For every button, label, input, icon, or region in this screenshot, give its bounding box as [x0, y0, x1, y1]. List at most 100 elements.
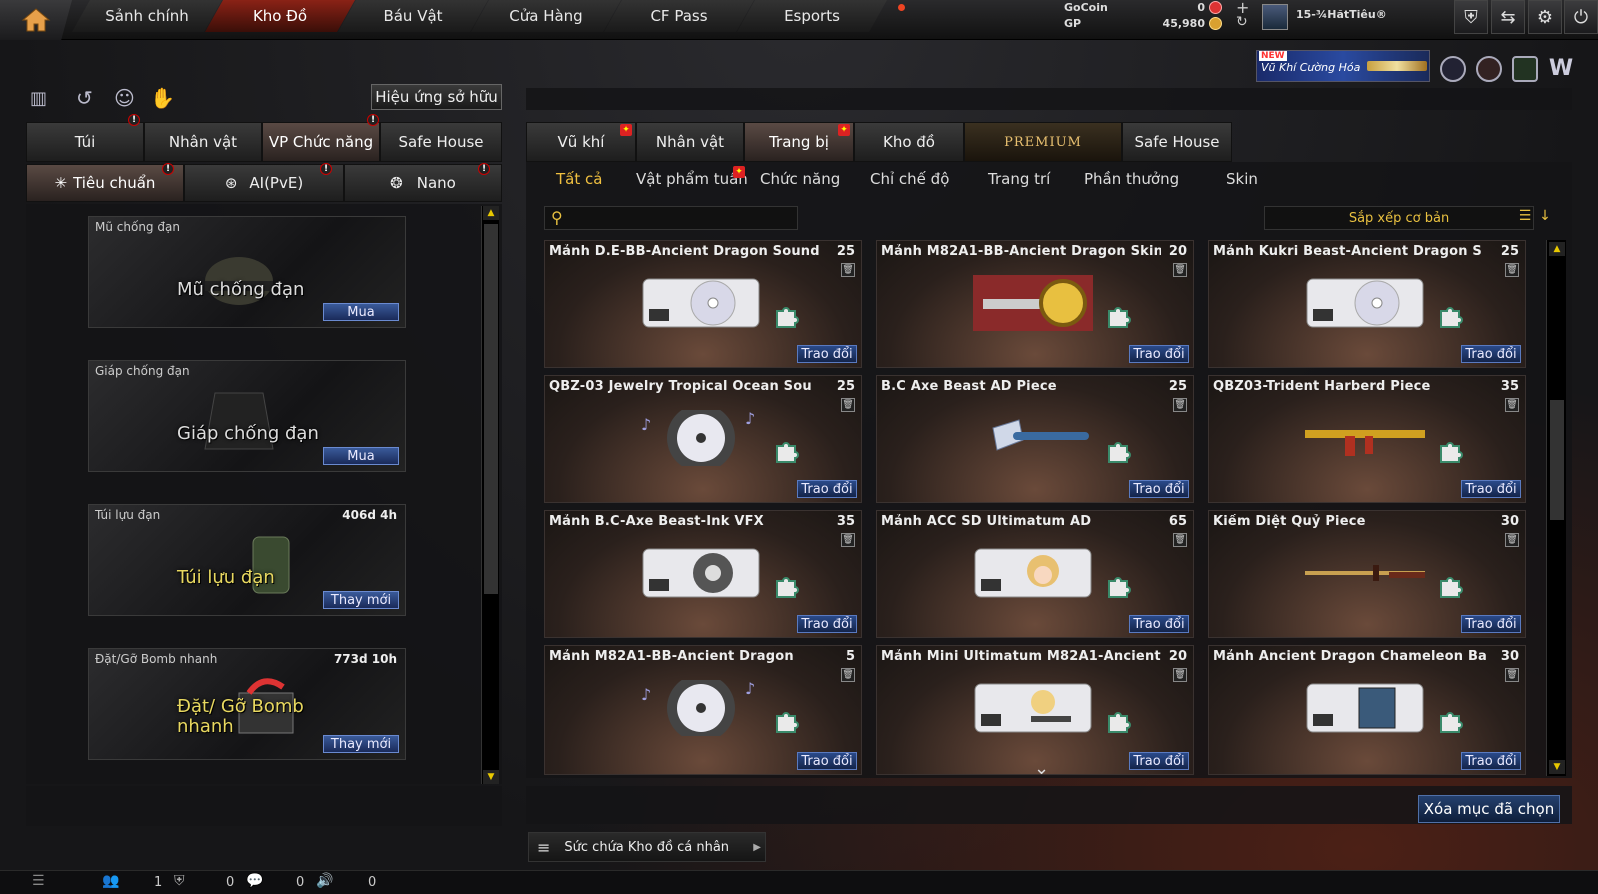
- item-card[interactable]: Đặt/Gỡ Bomb nhanh 773d 10h Đặt/ Gỡ Bomb …: [88, 648, 406, 760]
- right-tab-character[interactable]: Nhân vật: [636, 122, 744, 162]
- capacity-button[interactable]: ≡ Sức chứa Kho đồ cá nhân ▶: [528, 832, 766, 862]
- inventory-item-card[interactable]: Mảnh M82A1-BB-Ancient Dragon 5 🗑 ♪ ♪ Trao đổi: [544, 645, 862, 775]
- nav-tab-cf-pass[interactable]: CF Pass: [604, 0, 754, 32]
- inventory-item-card[interactable]: B.C Axe Beast AD Piece 25 🗑 Trao đổi: [876, 375, 1194, 503]
- inventory-item-card[interactable]: Kiếm Diệt Quỷ Piece 30 🗑 Trao đổi: [1208, 510, 1526, 638]
- trash-icon[interactable]: 🗑: [1505, 668, 1519, 682]
- trade-button[interactable]: Trao đổi: [1461, 615, 1521, 633]
- item-card[interactable]: Giáp chống đạn Giáp chống đạn Mua: [88, 360, 406, 472]
- exit-icon[interactable]: ⇆: [1491, 0, 1525, 34]
- subtab-rewards[interactable]: Phần thưởng: [1084, 170, 1179, 188]
- trash-icon[interactable]: 🗑: [1173, 263, 1187, 277]
- inventory-item-card[interactable]: Mảnh M82A1-BB-Ancient Dragon Skin 20 🗑 Trao…: [876, 240, 1194, 368]
- trash-icon[interactable]: 🗑: [1505, 533, 1519, 547]
- left-tab-safe-house[interactable]: Safe House: [380, 122, 502, 162]
- right-tab-premium[interactable]: PREMIUM: [964, 122, 1122, 162]
- trash-icon[interactable]: 🗑: [841, 263, 855, 277]
- subtab-mode-only[interactable]: Chỉ chế độ: [870, 170, 949, 188]
- event-icon-2[interactable]: [1476, 56, 1502, 82]
- inventory-item-card[interactable]: Mảnh ACC SD Ultimatum AD 65 🗑 Trao đổi: [876, 510, 1194, 638]
- left-tab-function-items[interactable]: VP Chức năng: [262, 122, 380, 162]
- item-card[interactable]: Mũ chống đạn Mũ chống đạn Mua: [88, 216, 406, 328]
- scroll-down-icon[interactable]: ▼: [1549, 760, 1565, 774]
- inventory-item-card[interactable]: Mảnh D.E-BB-Ancient Dragon Sound 25 🗑 Trao …: [544, 240, 862, 368]
- right-scrollbar[interactable]: ▲ ▼: [1546, 240, 1566, 776]
- right-tab-inventory[interactable]: Kho đồ: [854, 122, 964, 162]
- trade-button[interactable]: Trao đổi: [1129, 480, 1189, 498]
- left-subtab-standard[interactable]: ✳ Tiêu chuẩn: [26, 164, 184, 202]
- chat-icon[interactable]: 💬: [246, 873, 263, 889]
- nav-tab-treasure[interactable]: Báu Vật: [338, 0, 488, 32]
- power-icon[interactable]: ⏻: [1564, 0, 1598, 34]
- trade-button[interactable]: Trao đổi: [1461, 752, 1521, 770]
- left-scrollbar[interactable]: ▲ ▼: [481, 206, 499, 784]
- subtab-skin[interactable]: Skin: [1226, 170, 1258, 188]
- nav-tab-inventory[interactable]: Kho Đồ: [205, 0, 355, 32]
- renew-button[interactable]: Thay mới: [323, 591, 399, 609]
- trade-button[interactable]: Trao đổi: [1129, 752, 1189, 770]
- scroll-up-icon[interactable]: ▲: [483, 206, 499, 220]
- left-tab-bag[interactable]: Túi: [26, 122, 144, 162]
- event-icon-1[interactable]: [1440, 56, 1466, 82]
- refresh-icon[interactable]: ↻: [1236, 14, 1248, 30]
- nav-tab-lobby[interactable]: Sảnh chính: [72, 0, 222, 32]
- subtab-all[interactable]: Tất cả: [556, 170, 602, 188]
- trade-button[interactable]: Trao đổi: [797, 615, 857, 633]
- search-input[interactable]: [571, 209, 793, 227]
- scroll-thumb[interactable]: [484, 224, 498, 594]
- inventory-item-card[interactable]: Mảnh B.C-Axe Beast-Ink VFX 35 🗑 Trao đổi: [544, 510, 862, 638]
- trade-button[interactable]: Trao đổi: [1461, 480, 1521, 498]
- gear-icon[interactable]: ⚙: [1528, 0, 1562, 34]
- nav-tab-esports[interactable]: Esports: [737, 0, 887, 32]
- sort-dropdown[interactable]: Sắp xếp cơ bản: [1264, 206, 1534, 230]
- trash-icon[interactable]: 🗑: [1505, 398, 1519, 412]
- trash-icon[interactable]: 🗑: [841, 398, 855, 412]
- list-view-icon[interactable]: ☰: [1516, 208, 1534, 228]
- trade-button[interactable]: Trao đổi: [797, 480, 857, 498]
- trash-icon[interactable]: 🗑: [1173, 668, 1187, 682]
- trash-icon[interactable]: 🗑: [841, 533, 855, 547]
- trade-button[interactable]: Trao đổi: [1461, 345, 1521, 363]
- trade-button[interactable]: Trao đổi: [797, 752, 857, 770]
- left-tab-character[interactable]: Nhân vật: [144, 122, 262, 162]
- character-icon[interactable]: ☺: [114, 86, 138, 110]
- event-icon-4[interactable]: W: [1548, 56, 1574, 82]
- item-card[interactable]: Túi lựu đạn 406d 4h Túi lựu đạn Thay mới: [88, 504, 406, 616]
- inventory-item-card[interactable]: QBZ-03 Jewelry Tropical Ocean Sou 25 🗑 ♪ ♪ Tr…: [544, 375, 862, 503]
- trash-icon[interactable]: 🗑: [1173, 533, 1187, 547]
- inventory-item-card[interactable]: QBZ03-Trident Harberd Piece 35 🗑 Trao đổi: [1208, 375, 1526, 503]
- inventory-item-card[interactable]: Mảnh Ancient Dragon Chameleon Ba 30 🗑 Trao …: [1208, 645, 1526, 775]
- inventory-item-card[interactable]: Mảnh Kukri Beast-Ancient Dragon S 25 🗑 Trao…: [1208, 240, 1526, 368]
- subtab-function[interactable]: Chức năng: [760, 170, 840, 188]
- search-field[interactable]: ⚲: [544, 206, 798, 230]
- trade-button[interactable]: Trao đổi: [797, 345, 857, 363]
- friends-icon[interactable]: 👥: [102, 873, 119, 889]
- scroll-up-icon[interactable]: ▲: [1549, 242, 1565, 256]
- menu-icon[interactable]: ☰: [32, 873, 45, 889]
- buy-button[interactable]: Mua: [323, 303, 399, 321]
- stats-icon[interactable]: ▥: [30, 88, 52, 110]
- shield-icon[interactable]: ⛨: [1454, 0, 1488, 34]
- promo-banner[interactable]: NEW Vũ Khí Cường Hóa: [1256, 50, 1430, 82]
- clan-icon[interactable]: ⛨: [174, 873, 185, 889]
- right-tab-safe-house[interactable]: Safe House: [1122, 122, 1232, 162]
- delete-selected-button[interactable]: Xóa mục đã chọn: [1418, 795, 1560, 823]
- trash-icon[interactable]: 🗑: [841, 668, 855, 682]
- subtab-decoration[interactable]: Trang trí: [988, 170, 1050, 188]
- inventory-item-card[interactable]: Mảnh Mini Ultimatum M82A1-Ancient 20 🗑 Trao…: [876, 645, 1194, 775]
- trade-button[interactable]: Trao đổi: [1129, 345, 1189, 363]
- scroll-thumb[interactable]: [1550, 400, 1564, 520]
- owned-effects-button[interactable]: Hiệu ứng sở hữu: [371, 84, 502, 110]
- event-icon-3[interactable]: [1512, 56, 1538, 82]
- player-name[interactable]: 15-¾HătTiêu®: [1296, 8, 1387, 21]
- history-icon[interactable]: ↺: [76, 86, 100, 110]
- home-button[interactable]: [0, 0, 72, 40]
- chevron-down-icon[interactable]: ⌄: [1034, 758, 1049, 779]
- trash-icon[interactable]: 🗑: [1173, 398, 1187, 412]
- trade-button[interactable]: Trao đổi: [1129, 615, 1189, 633]
- subtab-weekly-items[interactable]: Vật phẩm tuần: [636, 170, 748, 188]
- buy-button[interactable]: Mua: [323, 447, 399, 465]
- speaker-icon[interactable]: 🔊: [316, 873, 333, 889]
- glove-icon[interactable]: ✋: [150, 86, 175, 110]
- trash-icon[interactable]: 🗑: [1505, 263, 1519, 277]
